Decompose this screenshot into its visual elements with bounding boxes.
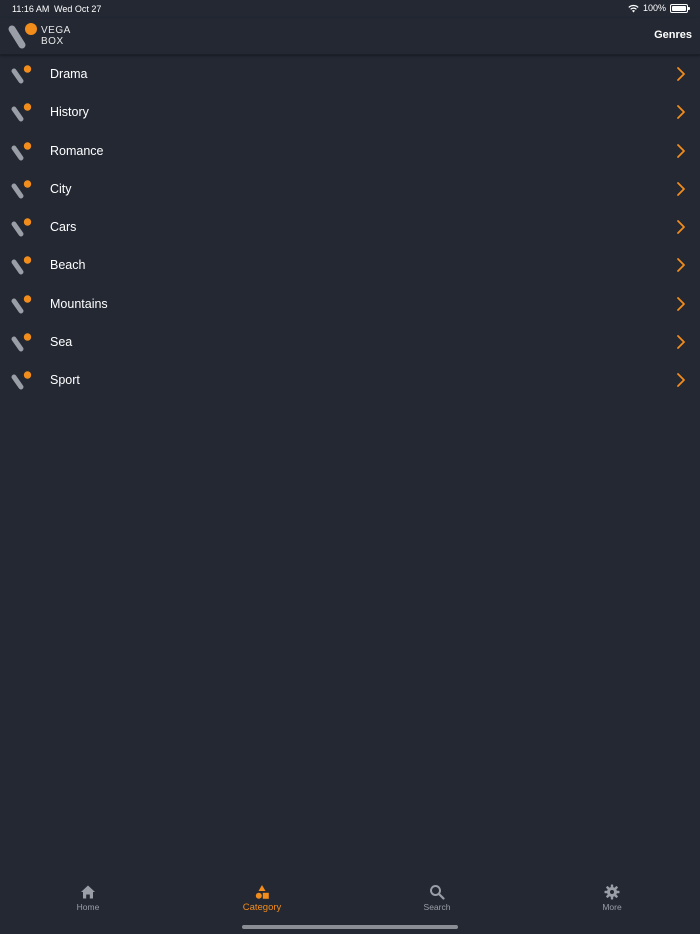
home-indicator[interactable] (242, 925, 458, 929)
page-title: Genres (654, 29, 692, 41)
chevron-right-icon (677, 67, 685, 81)
status-time: 11:16 AM (12, 4, 50, 14)
chevron-right-icon (677, 373, 685, 388)
app-screen: 11:16 AM Wed Oct 27 100% VEGA BOX Genres (0, 0, 700, 934)
genre-logo-icon (11, 218, 32, 237)
genre-list: Drama History Romance City Cars Beach Mo… (0, 55, 700, 400)
genre-logo-icon (11, 333, 32, 352)
genre-row-city[interactable]: City (0, 170, 700, 208)
logo-mark-icon (8, 23, 37, 49)
chevron-right-icon (677, 296, 685, 311)
tab-category[interactable]: Category (222, 884, 302, 913)
genre-logo-icon (11, 141, 32, 161)
home-icon (81, 885, 95, 899)
genre-row-romance[interactable]: Romance (0, 132, 700, 170)
genre-logo-icon (11, 256, 32, 275)
nav-header: VEGA BOX Genres (0, 18, 700, 55)
tab-category-label: Category (242, 902, 282, 913)
genre-label: History (50, 105, 89, 120)
category-icon (255, 885, 269, 899)
chevron-right-icon (677, 105, 685, 120)
battery-icon (670, 3, 690, 13)
gear-icon (604, 884, 620, 900)
genre-logo-icon (11, 295, 32, 314)
tab-home[interactable]: Home (48, 884, 128, 912)
genre-label: Sport (50, 373, 80, 388)
chevron-right-icon (677, 258, 685, 273)
tab-search[interactable]: Search (397, 884, 477, 912)
genre-row-drama[interactable]: Drama (0, 55, 700, 93)
chevron-right-icon (677, 143, 685, 158)
tab-more-label: More (602, 902, 622, 912)
tab-bar: Home Category Search More (0, 876, 700, 934)
status-date: Wed Oct 27 (54, 4, 102, 14)
chevron-right-icon (677, 335, 685, 349)
wifi-icon (628, 4, 639, 12)
genre-row-mountains[interactable]: Mountains (0, 285, 700, 323)
genre-label: Romance (50, 143, 104, 158)
genre-row-sea[interactable]: Sea (0, 323, 700, 361)
genre-logo-icon (11, 65, 32, 84)
battery-percentage: 100% (642, 3, 666, 13)
status-indicators: 100% (628, 3, 690, 13)
genre-row-history[interactable]: History (0, 93, 700, 131)
search-icon (430, 885, 445, 900)
genre-label: Mountains (50, 296, 108, 311)
genre-label: City (50, 181, 72, 196)
chevron-right-icon (677, 181, 685, 196)
genre-row-sport[interactable]: Sport (0, 361, 700, 399)
genre-label: Drama (50, 67, 88, 81)
genre-label: Sea (50, 335, 73, 350)
genre-logo-icon (11, 180, 32, 199)
tab-home-label: Home (76, 902, 100, 912)
genre-label: Cars (50, 220, 77, 235)
tab-search-label: Search (423, 902, 451, 912)
logo-text: VEGA BOX (41, 25, 71, 47)
genre-logo-icon (11, 371, 32, 390)
logo-text-line2: BOX (41, 36, 64, 47)
logo-text-line1: VEGA (41, 25, 71, 36)
genre-row-beach[interactable]: Beach (0, 246, 700, 284)
genre-row-cars[interactable]: Cars (0, 208, 700, 246)
tab-more[interactable]: More (572, 884, 652, 912)
genre-logo-icon (11, 103, 32, 122)
genre-label: Beach (50, 258, 86, 273)
chevron-right-icon (677, 220, 685, 235)
vegabox-logo: VEGA BOX (6, 21, 78, 51)
status-bar: 11:16 AM Wed Oct 27 100% (0, 0, 700, 18)
